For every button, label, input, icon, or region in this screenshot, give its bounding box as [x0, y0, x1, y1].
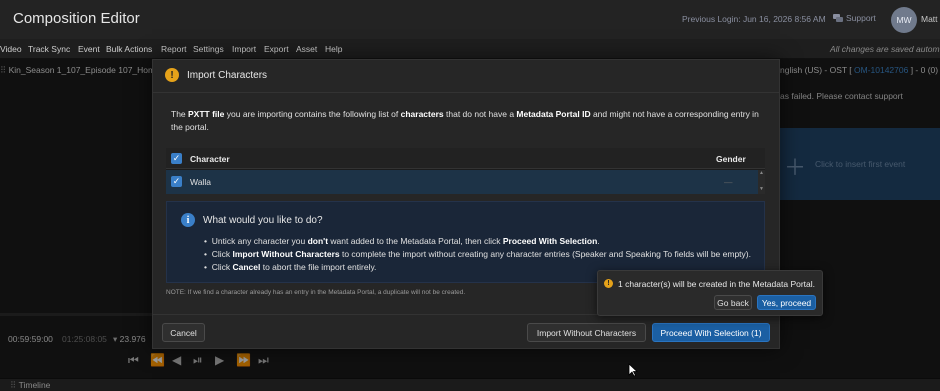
gender-cell: — — [724, 177, 733, 187]
menu-settings[interactable]: Settings — [193, 44, 224, 54]
column-character: Character — [190, 154, 230, 164]
bullet-text: Click — [211, 262, 233, 272]
menu-export[interactable]: Export — [264, 44, 289, 54]
previous-login: Previous Login: Jun 16, 2026 8:56 AM — [682, 14, 826, 24]
intro-part: that do not have a — [443, 109, 517, 119]
intro-part: The — [171, 109, 189, 119]
info-bullet: • Click Import Without Characters to com… — [204, 249, 751, 259]
mouse-cursor-icon — [628, 363, 638, 377]
bullet-bold: Import Without Characters — [232, 249, 340, 259]
popover-message: 1 character(s) will be created in the Me… — [618, 279, 816, 289]
intro-bold: Metadata Portal ID — [516, 109, 591, 119]
user-name[interactable]: Matt — [921, 14, 938, 24]
bullet-bold: don't — [307, 236, 329, 246]
info-bullet: • Click Cancel to abort the file import … — [204, 262, 377, 272]
scroll-up-icon[interactable]: ▲ — [759, 170, 764, 176]
table-header — [166, 148, 765, 169]
menu-track-sync[interactable]: Track Sync — [28, 44, 70, 54]
support-label: Support — [846, 13, 876, 23]
menu-event[interactable]: Event — [78, 44, 100, 54]
warning-icon: ! — [165, 68, 179, 82]
app-title: Composition Editor — [13, 10, 140, 27]
bullet-text: to complete the import without creating … — [339, 249, 751, 259]
cancel-button[interactable]: Cancel — [162, 323, 205, 342]
bullet-bold: Proceed With Selection — [502, 236, 598, 246]
character-name-cell: Walla — [190, 177, 211, 187]
intro-bold: PXTT file — [188, 109, 225, 119]
info-icon: i — [181, 213, 195, 227]
intro-bold: characters — [400, 109, 444, 119]
bullet-text: Click — [211, 249, 233, 259]
info-title: What would you like to do? — [203, 215, 323, 226]
menu-help[interactable]: Help — [325, 44, 342, 54]
support-icon — [833, 14, 843, 22]
saved-status: All changes are saved autom — [830, 44, 940, 54]
modal-title: Import Characters — [187, 70, 268, 81]
bullet-text: . — [597, 236, 600, 246]
avatar[interactable]: MW — [891, 7, 917, 33]
bullet-text: want added to the Metadata Portal, then … — [328, 236, 503, 246]
import-without-characters-button[interactable]: Import Without Characters — [527, 323, 646, 342]
menu-video[interactable]: Video — [0, 44, 22, 54]
bullet-text: Untick any character you — [211, 236, 308, 246]
go-back-button[interactable]: Go back — [714, 295, 752, 310]
warning-icon: ! — [604, 279, 613, 288]
scroll-down-icon[interactable]: ▼ — [759, 186, 764, 192]
column-gender: Gender — [716, 154, 746, 164]
info-bullet: • Untick any character you don't want ad… — [204, 236, 600, 246]
intro-part: you are importing contains the following… — [224, 109, 401, 119]
table-row[interactable] — [166, 170, 758, 194]
duplicate-note: NOTE: If we find a character already has… — [166, 289, 466, 296]
menu-asset[interactable]: Asset — [296, 44, 317, 54]
bullet-text: to abort the file import entirely. — [260, 262, 377, 272]
menu-import[interactable]: Import — [232, 44, 256, 54]
yes-proceed-button[interactable]: Yes, proceed — [757, 295, 816, 310]
row-checkbox[interactable]: ✓ — [171, 176, 182, 187]
support-link[interactable]: Support — [833, 13, 876, 23]
bullet-bold: Cancel — [232, 262, 261, 272]
menu-report[interactable]: Report — [161, 44, 187, 54]
intro-text: The PXTT file you are importing contains… — [171, 108, 761, 134]
select-all-checkbox[interactable]: ✓ — [171, 153, 182, 164]
proceed-with-selection-button[interactable]: Proceed With Selection (1) — [652, 323, 770, 342]
menu-bulk-actions[interactable]: Bulk Actions — [106, 44, 152, 54]
